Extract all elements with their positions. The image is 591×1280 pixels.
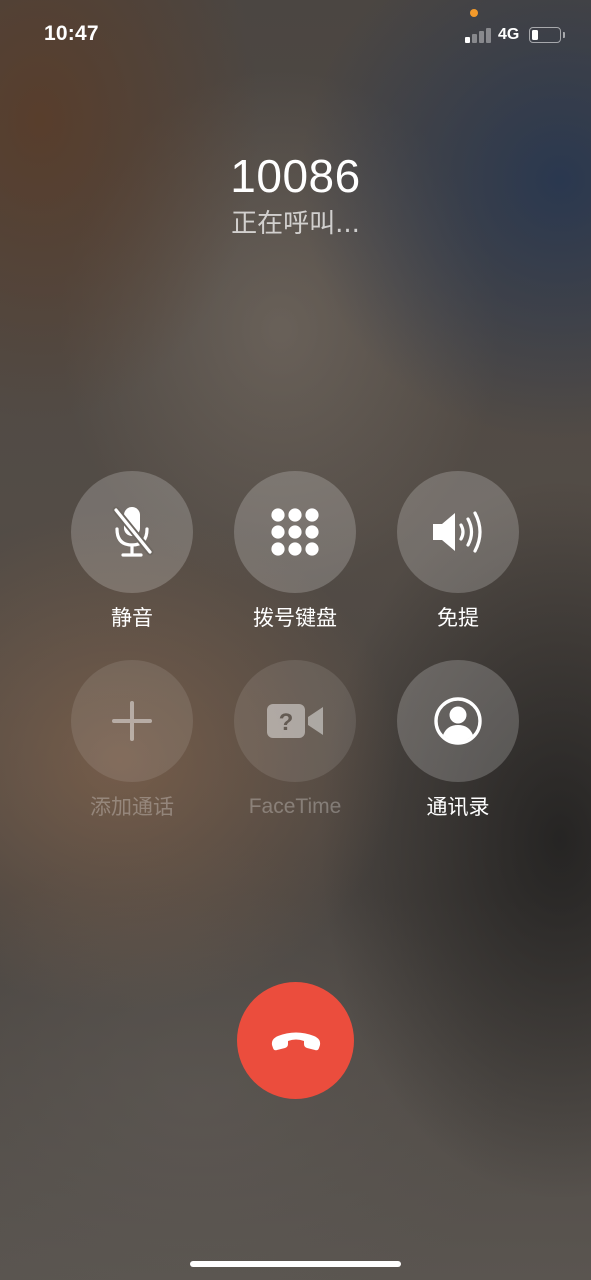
add-call-control: 添加通话 [52, 660, 212, 822]
mute-button[interactable] [71, 471, 193, 593]
person-circle-icon [434, 697, 482, 745]
facetime-button[interactable]: ? [234, 660, 356, 782]
video-question-icon: ? [267, 704, 323, 738]
contacts-label: 通讯录 [426, 795, 490, 819]
call-status: 正在呼叫... [231, 209, 360, 239]
battery-level [532, 30, 538, 40]
speaker-control: 免提 [378, 471, 538, 633]
add-call-button[interactable] [71, 660, 193, 782]
home-indicator[interactable] [190, 1261, 401, 1267]
microphone-in-use-indicator [470, 9, 478, 17]
battery-icon [529, 27, 561, 43]
battery-tip [563, 32, 565, 38]
facetime-label: FaceTime [248, 795, 342, 818]
status-bar: 10:47 4G [0, 0, 591, 70]
speaker-label: 免提 [437, 606, 479, 630]
svg-text:?: ? [279, 709, 294, 736]
keypad-control: 拨号键盘 [215, 471, 375, 633]
status-time: 10:47 [44, 22, 99, 45]
speaker-icon [433, 511, 482, 553]
add-call-label: 添加通话 [90, 795, 174, 819]
facetime-control: ? FaceTime [215, 660, 375, 822]
keypad-button[interactable] [234, 471, 356, 593]
caller-info: 10086 正在呼叫... [0, 148, 591, 242]
mute-control: 静音 [52, 471, 212, 633]
end-call-button[interactable] [237, 982, 354, 1099]
network-type: 4G [498, 26, 520, 43]
phone-hangup-icon [271, 1032, 320, 1050]
mute-label: 静音 [111, 606, 153, 630]
contacts-control: 通讯录 [378, 660, 538, 822]
contacts-button[interactable] [397, 660, 519, 782]
cellular-signal-icon [465, 27, 493, 43]
keypad-label: 拨号键盘 [253, 606, 337, 630]
mic-slash-icon [112, 506, 154, 557]
caller-number: 10086 [230, 150, 361, 202]
plus-icon [112, 701, 152, 741]
keypad-icon [271, 508, 319, 556]
speaker-button[interactable] [397, 471, 519, 593]
